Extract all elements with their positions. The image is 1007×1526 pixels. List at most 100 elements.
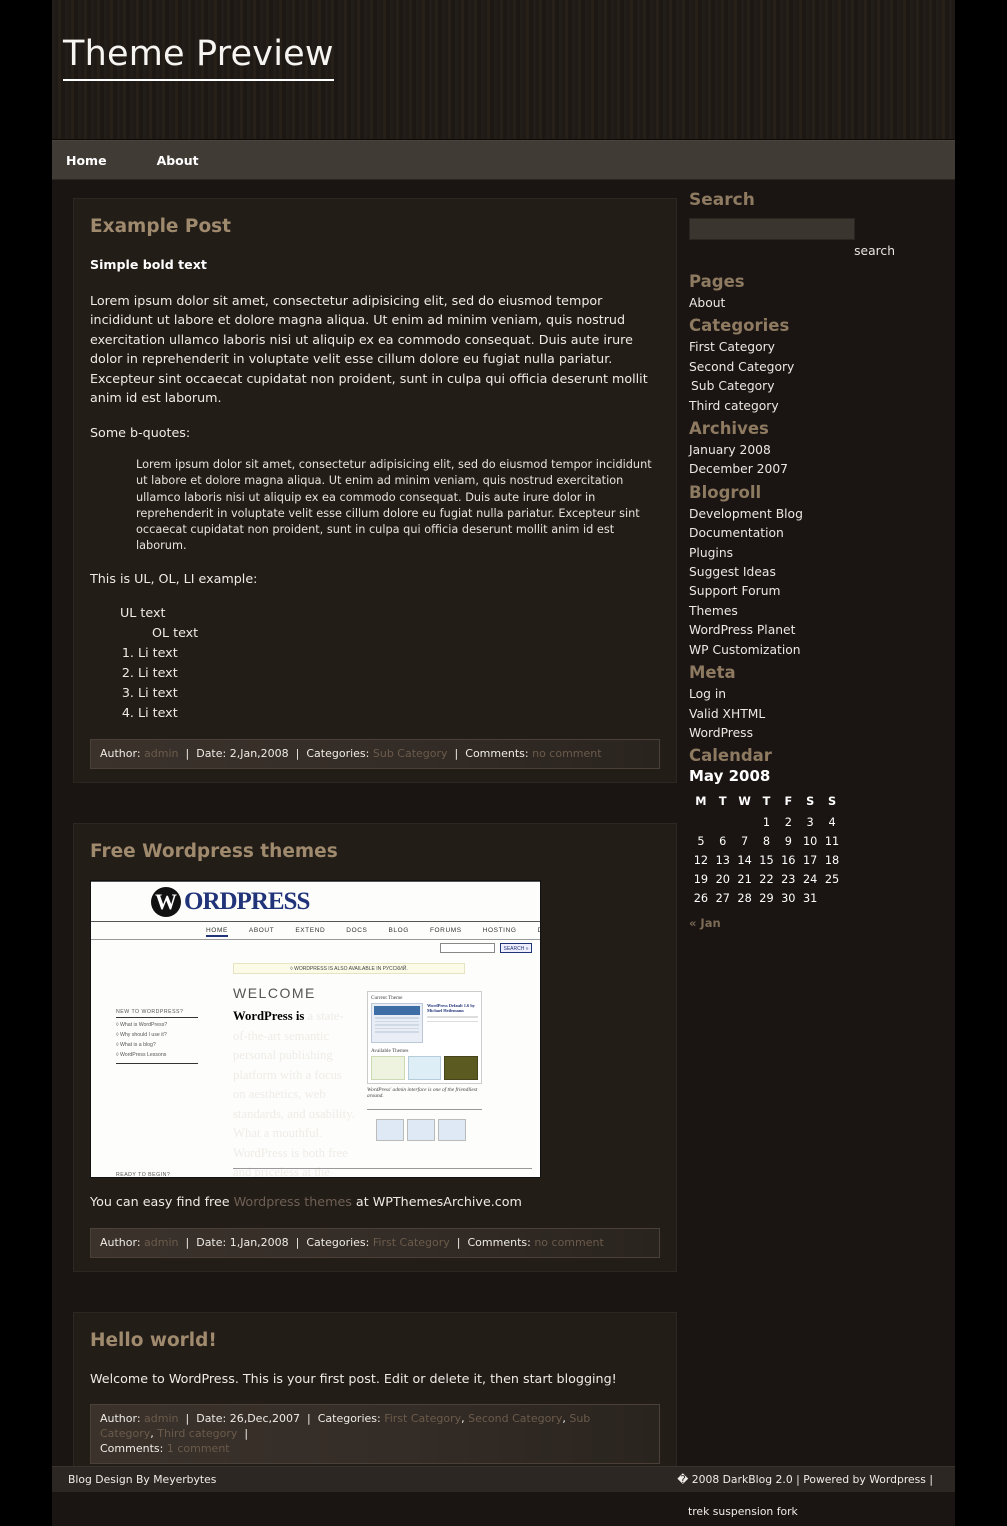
post-title[interactable]: Example Post [90,216,660,237]
sidebar-item-suggest-ideas[interactable]: Suggest Ideas [689,565,776,579]
meta-category-link[interactable]: Third category [157,1427,237,1440]
ws-left-item[interactable]: ◊ What is a blog? [116,1042,198,1048]
calendar-day: 26 [693,892,709,906]
ws-available-thumb [371,1056,405,1081]
sidebar-heading-categories: Categories [689,316,790,336]
sidebar-item-development-blog[interactable]: Development Blog [689,507,803,521]
meta-category-link[interactable]: Second Category [468,1412,562,1425]
meta-comments-link[interactable]: 1 comment [167,1442,230,1455]
ws-left-heading: READY TO BEGIN? [116,1172,198,1177]
ws-left-item[interactable]: ◊ Why should I use it? [116,1032,198,1038]
ws-thumb-line [375,1024,419,1026]
sidebar-heading-blogroll: Blogroll [689,482,762,502]
calendar-body: 1 2 3 4 5 6 7 8 9 10 11 12 13 14 15 16 1… [691,814,842,907]
sidebar-item-wordpress[interactable]: WordPress [689,726,753,740]
ws-current-theme-label: Current Theme [371,995,403,1002]
sidebar-heading-meta: Meta [689,663,736,683]
caption-link[interactable]: Wordpress themes [234,1194,352,1209]
calendar-day: 17 [802,854,818,868]
wordpress-screenshot-image: W ORDPRESS HOME ABOUT EXTEND DOCS BLOG F… [90,880,541,1179]
meta-separator: | [451,747,462,761]
ws-nav-item[interactable]: EXTEND [295,927,325,937]
sidebar-item-january-2008[interactable]: January 2008 [689,443,771,457]
sidebar-item-december-2007[interactable]: December 2007 [689,462,788,476]
wordpress-w-icon: W [151,887,181,918]
calendar-day: 29 [759,892,774,906]
meta-separator: | [240,1427,249,1441]
ws-nav-item[interactable]: DOCS [346,927,367,937]
meta-author-link[interactable]: admin [144,1412,178,1425]
ws-admin-caption: WordPress' admin interface is one of the… [367,1087,478,1100]
sidebar-item-wp-customization[interactable]: WP Customization [689,643,801,657]
list-item: Sub Category [689,376,927,395]
calendar-day [822,890,842,907]
ws-available-thumb [444,1056,479,1081]
sidebar-item-wordpress-planet[interactable]: WordPress Planet [689,623,795,637]
calendar-day: 4 [828,816,836,830]
meta-separator: | [182,1235,193,1249]
meta-separator: | [292,747,303,761]
ws-nav-item[interactable]: ABOUT [249,927,274,937]
sidebar-item-support-forum[interactable]: Support Forum [689,584,781,598]
ws-left-item[interactable]: ◊ WordPress Lessons [116,1052,198,1058]
sidebar-item-third-category[interactable]: Third category [689,399,779,413]
sidebar-item-valid-xhtml[interactable]: Valid XHTML [689,707,765,721]
calendar-day: 15 [759,854,774,868]
sidebar-item-sub-category[interactable]: Sub Category [691,379,774,393]
list-item: Li text [138,683,660,703]
ws-nav-item[interactable]: HOSTING [483,927,517,937]
meta-category-link[interactable]: Sub Category [373,747,448,760]
post-free-wordpress-themes: Free Wordpress themes W ORDPRESS HOME AB… [73,823,677,1272]
meta-date-value: 2,Jan,2008 [229,747,289,761]
sidebar-item-log-in[interactable]: Log in [689,687,726,701]
ws-nav-item[interactable]: FORUMS [430,927,462,937]
nav-item-about[interactable]: About [157,153,199,168]
calendar-day: 2 [784,816,792,830]
ws-footer-thumb [407,1119,435,1142]
sidebar-item-about[interactable]: About [689,296,725,310]
post-title[interactable]: Hello world! [90,1330,660,1351]
calendar-day: 10 [802,835,818,849]
calendar-weekday: S [806,795,815,809]
list-item: About [689,293,927,312]
sidebar-item-plugins[interactable]: Plugins [689,546,733,560]
calendar-day: 7 [741,835,749,849]
nav-item-home[interactable]: Home [66,153,107,168]
meta-author-link[interactable]: admin [144,747,178,760]
meta-comments-link[interactable]: no comment [532,747,601,760]
site-title[interactable]: Theme Preview [63,34,334,81]
calendar-widget: May 2008 M T W T F S S 1 2 3 4 5 6 7 8 9… [689,767,844,909]
calendar-day: 14 [737,854,752,868]
ws-nav-item[interactable]: DOWNLOAD [538,927,540,937]
sidebar-item-documentation[interactable]: Documentation [689,526,784,540]
meta-author-link[interactable]: admin [144,1236,178,1249]
calendar-weekday: M [695,795,707,809]
sidebar-item-first-category[interactable]: First Category [689,340,775,354]
calendar-day [735,814,755,831]
list-item: Support Forum [689,581,927,600]
search-button[interactable]: search [854,244,895,258]
ws-nav-item[interactable]: BLOG [388,927,408,937]
post-title[interactable]: Free Wordpress themes [90,841,660,862]
ws-left-item[interactable]: ◊ What is WordPress? [116,1022,198,1028]
meta-comments-link[interactable]: no comment [534,1236,603,1249]
calendar-day: 20 [715,873,730,887]
list-item: Development Blog [689,504,927,523]
ws-nav-item[interactable]: HOME [206,927,228,938]
ws-search-button[interactable]: SEARCH » [500,943,532,954]
calendar-prev-link[interactable]: « Jan [689,916,721,930]
calendar-day: 28 [737,892,752,906]
ws-para1-bold: WordPress is [233,1009,305,1024]
ws-search-input[interactable] [440,943,495,954]
meta-category-link[interactable]: First Category [373,1236,450,1249]
meta-category-link[interactable]: First Category [384,1412,461,1425]
search-input[interactable] [689,218,855,240]
ol-heading: OL text [152,625,199,641]
list-item: Li text [138,643,660,663]
calendar-day: 18 [824,854,840,868]
meta-separator: | [303,1412,315,1426]
ws-thumb-line [375,1031,419,1033]
sidebar-item-themes[interactable]: Themes [689,604,738,618]
sidebar-item-second-category[interactable]: Second Category [689,360,794,374]
